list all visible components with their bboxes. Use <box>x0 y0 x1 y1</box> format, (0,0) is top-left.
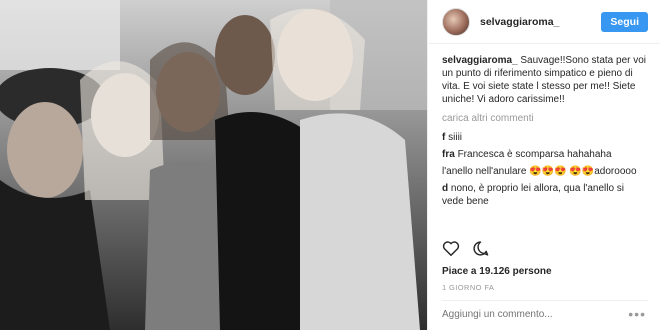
comment-text: siiii <box>448 132 463 143</box>
more-options-icon[interactable]: ••• <box>628 307 646 321</box>
comment-author[interactable]: fra <box>442 149 455 160</box>
caption-author[interactable]: selvaggiaroma_ <box>442 55 518 66</box>
username-link[interactable]: selvaggiaroma_ <box>480 16 601 28</box>
comment-item: f siiii <box>442 131 648 144</box>
avatar[interactable] <box>442 7 470 36</box>
comments-section: selvaggiaroma_ Sauvage!!Sono stata per v… <box>428 44 660 208</box>
load-more-comments-link[interactable]: carica altri commenti <box>442 112 648 125</box>
comment-text: nono, è proprio lei allora, qua l'anello… <box>442 183 625 207</box>
comment-text: Francesca è scomparsa hahahaha <box>457 149 612 160</box>
post-photo[interactable] <box>0 0 427 330</box>
post-timestamp: 1 GIORNO FA <box>442 283 495 292</box>
post-side-panel: selvaggiaroma_ Segui selvaggiaroma_ Sauv… <box>427 0 660 330</box>
comment-item: d nono, è proprio lei allora, qua l'anel… <box>442 182 648 208</box>
comment-text: l'anello nell'anulare 😍😍😍 😍😍adoroooo <box>442 166 637 177</box>
likes-count[interactable]: Piace a 19.126 persone <box>442 266 552 277</box>
comment-item: l'anello nell'anulare 😍😍😍 😍😍adoroooo <box>442 165 648 178</box>
comment-author[interactable]: d <box>442 183 448 194</box>
add-comment-input[interactable] <box>442 309 612 320</box>
caption: selvaggiaroma_ Sauvage!!Sono stata per v… <box>442 54 648 106</box>
heart-icon[interactable] <box>442 240 460 257</box>
divider <box>442 300 648 301</box>
comment-author[interactable]: f <box>442 132 445 143</box>
post-actions <box>442 240 489 257</box>
speech-bubble-icon[interactable] <box>472 240 489 257</box>
comment-item: fra Francesca è scomparsa hahahaha <box>442 148 648 161</box>
follow-button[interactable]: Segui <box>601 11 648 32</box>
post-header: selvaggiaroma_ Segui <box>428 0 660 44</box>
group-photo-illustration <box>0 0 427 330</box>
